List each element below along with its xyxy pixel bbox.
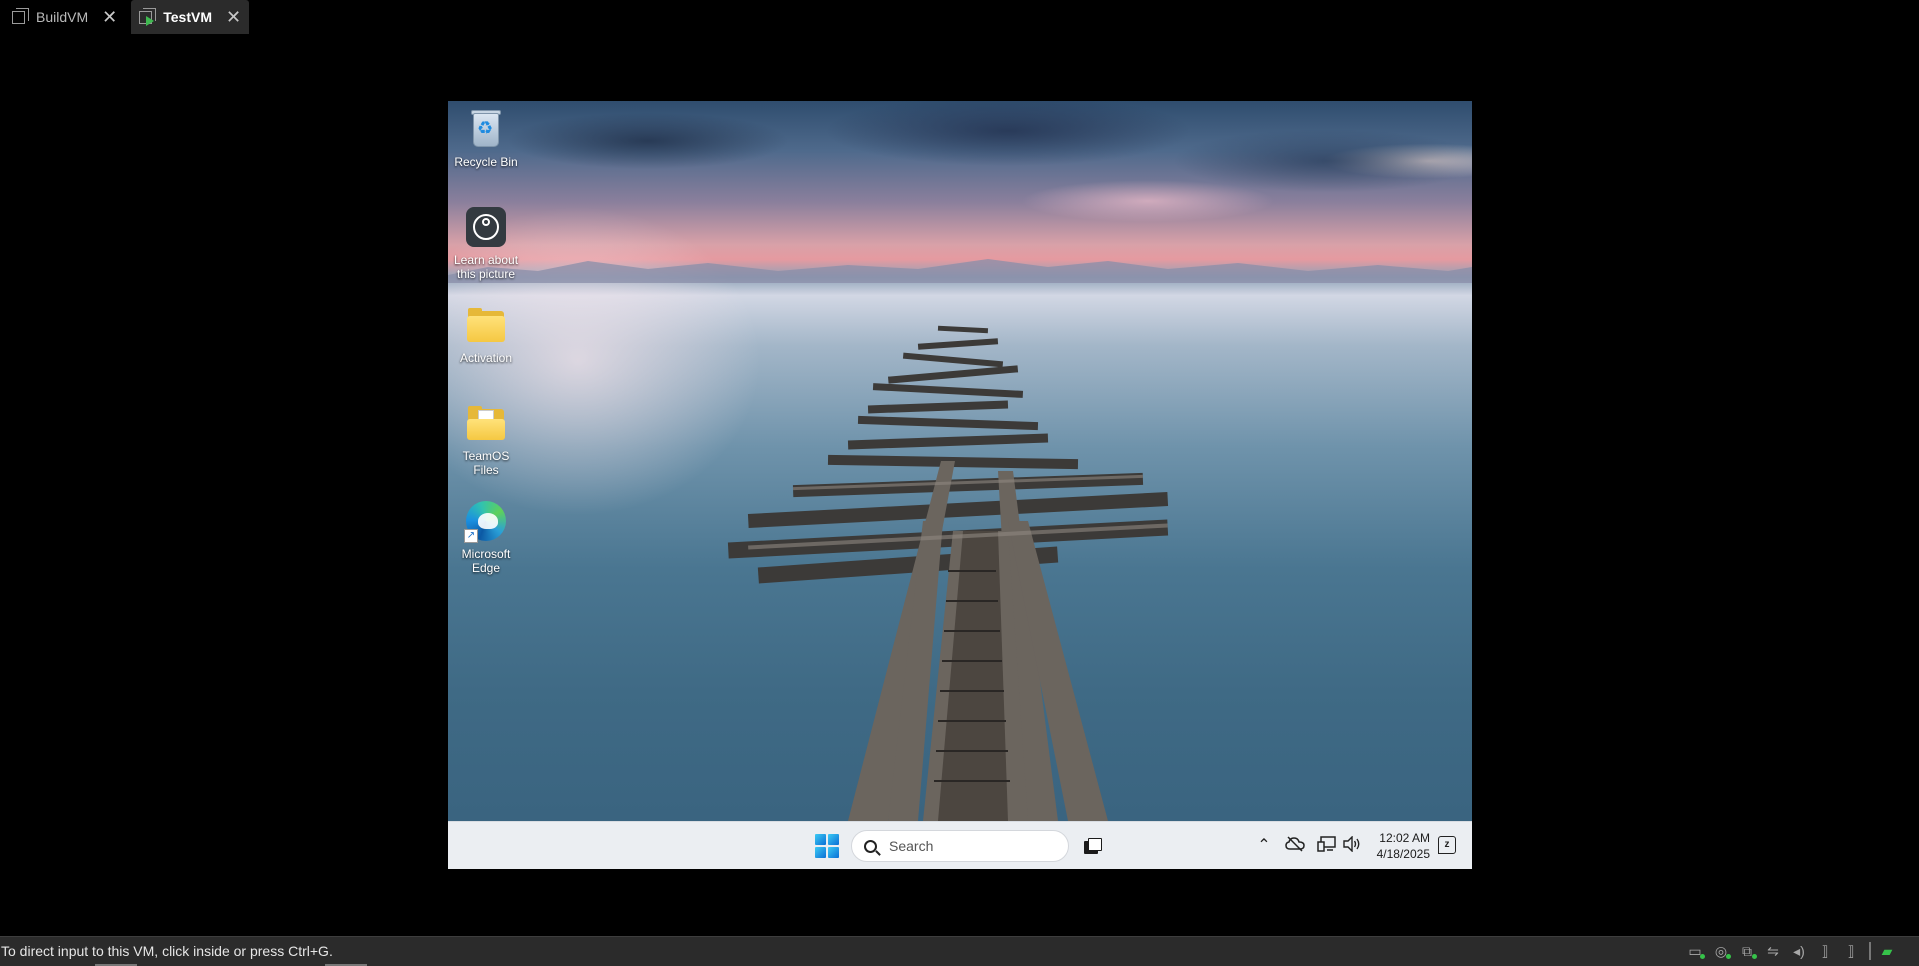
desktop-icon-teamos-files[interactable]: TeamOS Files — [450, 401, 522, 477]
sound-icon[interactable]: ◂) — [1789, 942, 1809, 960]
search-icon — [864, 839, 877, 853]
status-message: To direct input to this VM, click inside… — [1, 943, 333, 959]
desktop-icon-label: Activation — [459, 351, 513, 365]
notification-icon[interactable]: z — [1438, 836, 1456, 854]
search-placeholder: Search — [889, 838, 934, 854]
desktop-icon-learn-about-picture[interactable]: Learn about this picture — [450, 205, 522, 281]
folder-icon — [464, 303, 508, 347]
device-icons: ▭ ◎ ⧉ ⇋ ◂) ⟧ ⟧ ▰ — [1679, 942, 1897, 960]
start-button[interactable] — [815, 834, 839, 858]
pier-image — [727, 325, 1169, 821]
chevron-up-icon[interactable]: ⌃ — [1253, 836, 1275, 856]
edge-icon: ↗ — [464, 499, 508, 543]
desktop-icon-microsoft-edge[interactable]: ↗ Microsoft Edge — [450, 499, 522, 575]
desktop-icon-label: Microsoft Edge — [461, 547, 511, 575]
desktop-icon-label: Recycle Bin — [454, 155, 518, 169]
optical-drive-icon[interactable]: ◎ — [1711, 942, 1731, 960]
message-log-icon[interactable]: ▰ — [1877, 942, 1897, 960]
close-icon[interactable]: ✕ — [102, 8, 117, 26]
recycle-bin-icon: ♻ — [464, 107, 508, 151]
tab-buildvm[interactable]: BuildVM ✕ — [4, 0, 125, 34]
usb-icon[interactable]: ⇋ — [1763, 942, 1783, 960]
desktop-icon-recycle-bin[interactable]: ♻ Recycle Bin — [450, 107, 522, 169]
hard-disk-icon[interactable]: ▭ — [1685, 942, 1705, 960]
taskbar-clock[interactable]: 12:02 AM 4/18/2025 — [1368, 830, 1430, 862]
network-adapter-icon[interactable]: ⧉ — [1737, 942, 1757, 960]
vm-display[interactable]: ♻ Recycle Bin Learn about this picture A… — [448, 101, 1472, 869]
vm-icon — [12, 8, 30, 26]
desktop-icon-label: TeamOS Files — [462, 449, 510, 477]
onedrive-offline-icon[interactable] — [1284, 836, 1306, 856]
vm-running-icon — [139, 8, 157, 26]
clock-time: 12:02 AM — [1379, 831, 1430, 845]
shortcut-arrow-icon: ↗ — [464, 529, 478, 543]
learn-about-picture-icon — [464, 205, 508, 249]
taskbar: Search ⌃ 12:02 AM 4/18/2025 z — [448, 821, 1472, 869]
clock-date: 4/18/2025 — [1376, 847, 1430, 861]
close-icon[interactable]: ✕ — [226, 8, 241, 26]
tab-testvm[interactable]: TestVM ✕ — [131, 0, 250, 34]
printer-icon[interactable]: ⟧ — [1815, 942, 1835, 960]
vm-tab-bar: BuildVM ✕ TestVM ✕ — [0, 0, 1919, 36]
network-icon[interactable] — [1316, 836, 1338, 856]
divider — [1869, 942, 1871, 960]
volume-icon[interactable] — [1341, 835, 1363, 856]
desktop-icon-activation[interactable]: Activation — [450, 303, 522, 365]
desktop-icon-label: Learn about this picture — [453, 253, 519, 281]
removable-device-icon[interactable]: ⟧ — [1841, 942, 1861, 960]
tab-label: BuildVM — [36, 9, 89, 25]
folder-icon — [464, 401, 508, 445]
desktop-wallpaper[interactable]: ♻ Recycle Bin Learn about this picture A… — [448, 101, 1472, 821]
vm-status-bar: To direct input to this VM, click inside… — [0, 936, 1919, 966]
task-view-button[interactable] — [1084, 838, 1102, 854]
taskbar-search[interactable]: Search — [851, 830, 1069, 862]
tab-label: TestVM — [163, 9, 212, 25]
